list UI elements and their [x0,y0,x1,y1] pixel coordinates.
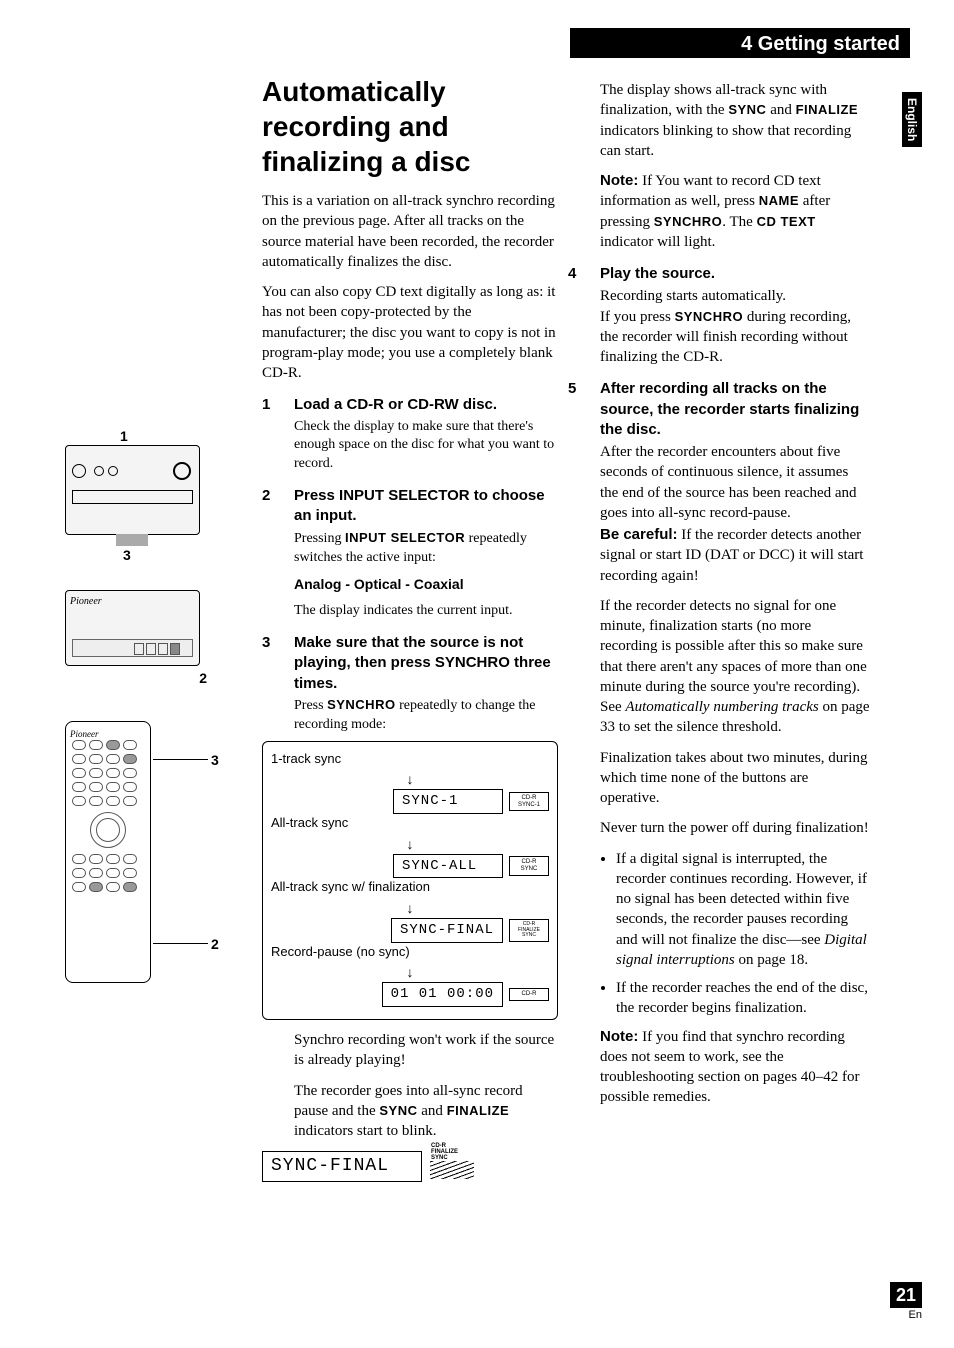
step-num-2: 2 [262,486,294,621]
remote-control-illustration: Pioneer [65,721,151,983]
step-2-body: Pressing INPUT SELECTOR repeatedly switc… [294,529,558,568]
page-lang-abbr: En [890,1308,922,1323]
center-column: Automatically recording and finalizing a… [262,74,558,1182]
mode-1-indicator: CD-R SYNC-1 [509,792,549,811]
mode-3-indicator: CD-R FINALIZE SYNC [509,919,549,942]
step-4-line1: Recording starts automatically. [600,286,870,306]
step-3-head: Make sure that the source is not playing… [294,633,558,694]
step-num-4: 4 [568,264,600,367]
step-3: 3 Make sure that the source is not playi… [262,633,558,735]
bottom-display-row: SYNC-FINAL CD-R FINALIZE SYNC [262,1151,558,1181]
bullet-1: If a digital signal is interrupted, the … [616,849,870,971]
step-4: 4 Play the source. Recording starts auto… [568,264,870,367]
section-title: Automatically recording and finalizing a… [262,74,558,179]
intro-para-1: This is a variation on all-track synchro… [262,191,558,272]
step-5-p1: After the recorder encounters about five… [600,442,870,523]
bottom-display: SYNC-FINAL [262,1151,422,1181]
step-5-warn: Be careful: If the recorder detects anot… [600,525,870,586]
step-5: 5 After recording all tracks on the sour… [568,379,870,1117]
intro-para-2: You can also copy CD text digitally as l… [262,282,558,383]
step-4-head: Play the source. [600,264,870,284]
mode-cycle-diagram: 1-track sync ↓ SYNC-1CD-R SYNC-1 All-tra… [262,741,558,1020]
step-2-tail: The display indicates the current input. [294,602,558,621]
figure-remote: Pioneer 3 2 [65,721,235,983]
mode-3-label: All-track sync w/ finalization [271,878,549,896]
bullet-2: If the recorder reaches the end of the d… [616,978,870,1019]
cd-recorder-angle-illustration: Pioneer [65,590,200,666]
step-4-line2: If you press SYNCHRO during recording, t… [600,307,870,368]
step-5-p4: Never turn the power off during finaliza… [600,818,870,838]
mode-3-display: SYNC-FINAL [391,918,503,943]
mode-2-display: SYNC-ALL [393,854,503,879]
step-2-head: Press INPUT SELECTOR to choose an input. [294,486,558,527]
chapter-header: 4 Getting started [570,28,910,58]
callout-1: 1 [120,427,128,446]
mode-2-indicator: CD-R SYNC [509,856,549,875]
step-2: 2 Press INPUT SELECTOR to choose an inpu… [262,486,558,621]
right-p0: The display shows all-track sync with fi… [600,80,870,161]
callout-2: 2 [199,669,207,688]
figure-unit-front: 1 3 [65,445,235,535]
step-1: 1 Load a CD-R or CD-RW disc. Check the d… [262,395,558,474]
blink-indicator-icon: CD-R FINALIZE SYNC [430,1153,474,1179]
step-num-1: 1 [262,395,294,474]
step-5-bullets: If a digital signal is interrupted, the … [616,849,870,1019]
right-note1: Note: If You want to record CD text info… [600,171,870,252]
step-1-body: Check the display to make sure that ther… [294,418,558,475]
cd-recorder-front-illustration [65,445,200,535]
mode-1-label: 1-track sync [271,750,549,768]
language-tab: English [902,92,922,147]
page-number-value: 21 [890,1282,922,1308]
mode-4-display: 01 01 00:00 [382,982,503,1007]
step-1-head: Load a CD-R or CD-RW disc. [294,395,558,415]
input-options: Analog - Optical - Coaxial [294,575,558,594]
mode-4-indicator: CD-R [509,988,549,1001]
figure-unit-angle: Pioneer 2 [65,590,235,666]
mode-4-label: Record-pause (no sync) [271,943,549,961]
step-num-3: 3 [262,633,294,735]
step-3-body: Press SYNCHRO repeatedly to change the r… [294,696,558,735]
step-5-head: After recording all tracks on the source… [600,379,870,440]
step-5-p3: Finalization takes about two minutes, du… [600,748,870,809]
after-cycle-p1: Synchro recording won't work if the sour… [294,1030,558,1071]
callout-3: 3 [123,546,131,565]
remote-callout-3: 3 [211,751,219,770]
equipment-figures: 1 3 Pioneer 2 Pioneer [65,445,235,983]
after-cycle-p2: The recorder goes into all-sync record p… [294,1081,558,1142]
page-number: 21 En [890,1282,922,1323]
right-note2: Note: If you find that synchro recording… [600,1027,870,1108]
mode-2-label: All-track sync [271,814,549,832]
remote-callout-2: 2 [211,935,219,954]
step-5-p2: If the recorder detects no signal for on… [600,596,870,738]
right-column: The display shows all-track sync with fi… [600,80,870,1118]
step-num-5: 5 [568,379,600,1117]
mode-1-display: SYNC-1 [393,789,503,814]
